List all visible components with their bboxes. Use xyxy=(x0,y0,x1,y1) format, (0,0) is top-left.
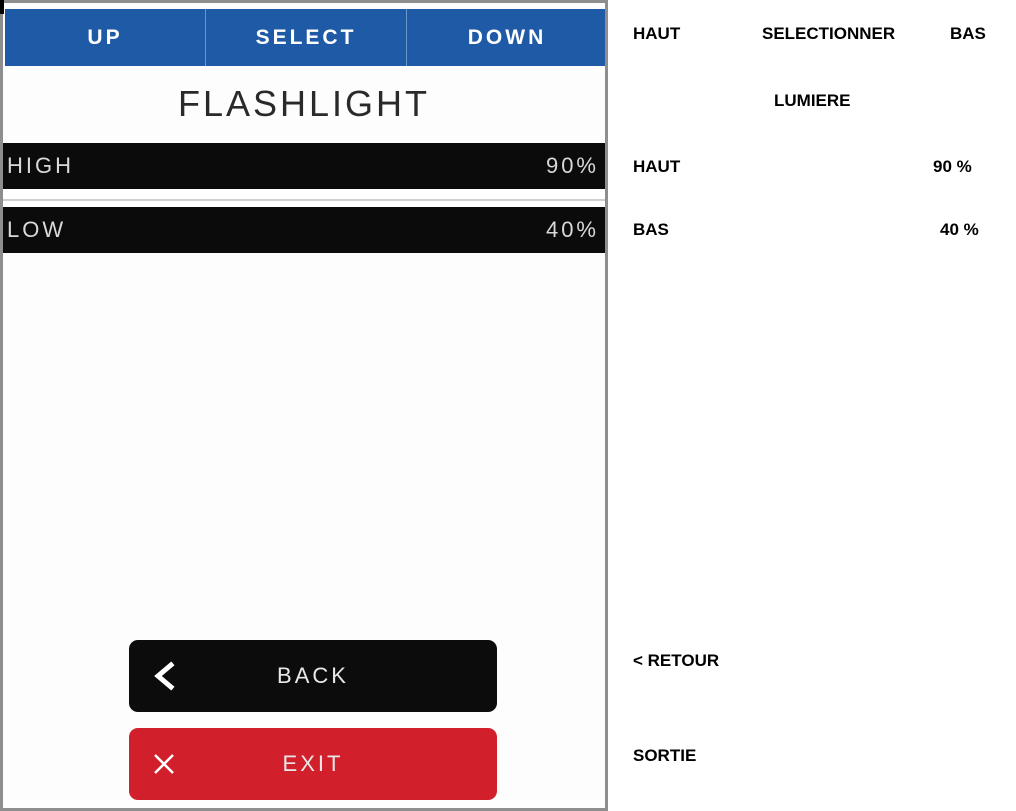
up-button[interactable]: UP xyxy=(5,9,206,66)
option-high-label: HIGH xyxy=(7,153,74,178)
close-icon xyxy=(129,752,199,776)
translation-select: SELECTIONNER xyxy=(762,24,896,43)
chevron-left-icon xyxy=(129,661,199,691)
top-button-bar: UP SELECT DOWN xyxy=(5,9,605,66)
translation-low-value: 40 % xyxy=(940,220,979,239)
translation-back: < RETOUR xyxy=(633,651,720,670)
translation-low-label: BAS xyxy=(633,220,669,239)
translation-up: HAUT xyxy=(633,24,681,43)
translation-title: LUMIERE xyxy=(774,91,851,110)
translation-exit: SORTIE xyxy=(633,746,697,765)
exit-button-label: EXIT xyxy=(282,751,344,776)
translation-high-value: 90 % xyxy=(933,157,972,176)
option-low-label: LOW xyxy=(7,217,67,242)
option-low[interactable]: LOW 40% xyxy=(3,207,605,253)
device-screen: UP SELECT DOWN FLASHLIGHT HIGH 90% LOW 4… xyxy=(0,0,608,811)
option-high-value: 90% xyxy=(545,153,599,178)
corner-mark xyxy=(0,0,4,14)
back-button-label: BACK xyxy=(277,663,349,688)
option-divider xyxy=(3,189,605,207)
down-button[interactable]: DOWN xyxy=(407,9,605,66)
select-button[interactable]: SELECT xyxy=(206,9,407,66)
back-button[interactable]: BACK xyxy=(129,640,497,712)
screen-title: FLASHLIGHT xyxy=(177,82,431,124)
translation-down: BAS xyxy=(950,24,986,43)
exit-button[interactable]: EXIT xyxy=(129,728,497,800)
translation-high-label: HAUT xyxy=(633,157,681,176)
option-high[interactable]: HIGH 90% xyxy=(3,143,605,189)
option-low-value: 40% xyxy=(545,217,599,242)
